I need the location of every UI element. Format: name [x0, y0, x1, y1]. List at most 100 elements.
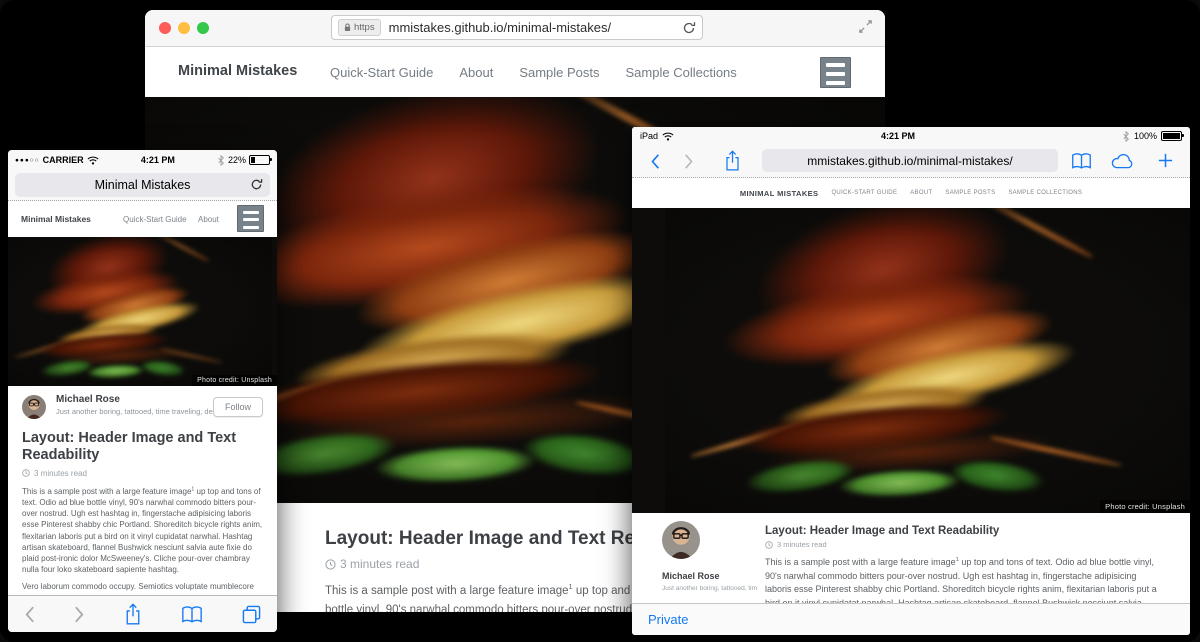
- post-body: This is a sample post with a large featu…: [765, 556, 1158, 603]
- nav-link-about[interactable]: ABOUT: [910, 190, 932, 196]
- post-body: This is a sample post with a large featu…: [22, 486, 263, 576]
- bookmarks-icon[interactable]: [181, 605, 203, 624]
- battery-icon: [1161, 131, 1182, 141]
- read-time: 3 minutes read: [777, 540, 827, 549]
- responsive-showcase-composite: https mmistakes.github.io/minimal-mistak…: [0, 0, 1200, 642]
- clock-icon: [22, 469, 30, 477]
- ipad-device: iPad 4:21 PM 100% mmistakes.github.io/mi…: [632, 127, 1190, 635]
- nav-link-quick-start-guide[interactable]: QUICK-START GUIDE: [831, 190, 897, 196]
- post-content: Michael Rose Just another boring, tattoo…: [8, 386, 277, 598]
- https-badge: https: [338, 19, 381, 36]
- body-text: This is a sample post with a large featu…: [325, 585, 569, 597]
- private-label[interactable]: Private: [648, 612, 688, 627]
- nav-link-quick-start-guide[interactable]: Quick-Start Guide: [123, 215, 187, 224]
- author-bio: Just another boring, tattooed, time trav…: [662, 585, 757, 592]
- nav-link-sample-collections[interactable]: Sample Collections: [626, 65, 737, 80]
- author-avatar: [22, 395, 46, 419]
- site-nav: Quick-Start Guide About Sample Posts Sam…: [330, 65, 737, 80]
- private-browsing-bar: Private: [632, 603, 1190, 635]
- clock-icon: [765, 541, 773, 549]
- address-field[interactable]: Minimal Mistakes: [15, 173, 270, 197]
- iphone-status-bar: ●●●○○ CARRIER 4:21 PM 22%: [8, 150, 277, 170]
- nav-link-about[interactable]: About: [198, 215, 219, 224]
- window-controls: [159, 22, 209, 34]
- url-text: mmistakes.github.io/minimal-mistakes/: [807, 154, 1012, 168]
- bookmarks-icon[interactable]: [1071, 152, 1092, 170]
- body-text: This is a sample post with a large featu…: [765, 557, 956, 567]
- new-tab-icon[interactable]: [1157, 152, 1174, 169]
- leaves-photo: [8, 237, 277, 386]
- site-title-link[interactable]: Minimal Mistakes: [21, 214, 91, 224]
- author-name: Michael Rose: [662, 571, 757, 581]
- bluetooth-icon: [217, 155, 225, 166]
- share-icon[interactable]: [124, 603, 142, 626]
- feature-image: Photo credit: Unsplash: [632, 208, 1190, 513]
- battery-icon: [249, 155, 270, 165]
- feature-image: Photo credit: Unsplash: [8, 237, 277, 386]
- nav-link-sample-posts[interactable]: SAMPLE POSTS: [945, 190, 995, 196]
- nav-link-sample-collections[interactable]: SAMPLE COLLECTIONS: [1008, 190, 1082, 196]
- wifi-icon: [87, 156, 99, 165]
- safari-bottom-toolbar: [8, 595, 277, 632]
- post-column: Layout: Header Image and Text Readabilit…: [765, 525, 1158, 603]
- address-bar[interactable]: https mmistakes.github.io/minimal-mistak…: [331, 15, 703, 40]
- post-title: Layout: Header Image and Text Readabilit…: [22, 430, 257, 465]
- lock-icon: [344, 23, 351, 32]
- reload-icon[interactable]: [250, 178, 263, 191]
- zoom-window-button[interactable]: [197, 22, 209, 34]
- leaves-photo: [632, 208, 1190, 513]
- carrier-label: CARRIER: [43, 155, 84, 165]
- address-field[interactable]: mmistakes.github.io/minimal-mistakes/: [762, 149, 1058, 172]
- signal-strength-icon: ●●●○○: [15, 157, 40, 164]
- read-time: 3 minutes read: [34, 469, 87, 478]
- back-button[interactable]: [650, 153, 660, 170]
- body-text-continued: up top and tons of text. Odio ad blue bo…: [22, 487, 262, 574]
- nav-link-sample-posts[interactable]: Sample Posts: [519, 65, 599, 80]
- post-content: Michael Rose Just another boring, tattoo…: [632, 513, 1190, 603]
- body-text: This is a sample post with a large featu…: [22, 487, 191, 496]
- clock-icon: [325, 559, 336, 570]
- status-time: 4:21 PM: [102, 155, 214, 165]
- nav-link-quick-start-guide[interactable]: Quick-Start Guide: [330, 65, 433, 80]
- post-title: Layout: Header Image and Text Readabilit…: [765, 525, 1158, 537]
- site-masthead: Minimal Mistakes Quick-Start Guide About…: [145, 47, 885, 98]
- forward-button[interactable]: [684, 153, 694, 170]
- icloud-tabs-icon[interactable]: [1110, 154, 1135, 169]
- author-profile: Michael Rose Just another boring, tattoo…: [22, 394, 263, 420]
- photo-credit: Photo credit: Unsplash: [192, 375, 277, 386]
- post-meta: 3 minutes read: [765, 540, 1158, 549]
- post-meta: 3 minutes read: [22, 469, 263, 478]
- menu-toggle-button[interactable]: [820, 57, 851, 88]
- device-label: iPad: [640, 131, 658, 141]
- back-button[interactable]: [24, 605, 35, 624]
- wifi-icon: [662, 132, 674, 141]
- iphone-device: ●●●○○ CARRIER 4:21 PM 22% Minimal Mistak…: [8, 150, 277, 632]
- site-title-link[interactable]: Minimal Mistakes: [178, 63, 297, 79]
- reload-icon[interactable]: [682, 21, 696, 35]
- site-title-link[interactable]: MINIMAL MISTAKES: [740, 189, 819, 198]
- menu-toggle-button[interactable]: [237, 205, 264, 232]
- site-masthead: Minimal Mistakes Quick-Start Guide About: [8, 201, 277, 237]
- share-icon[interactable]: [724, 150, 741, 172]
- author-profile: Michael Rose Just another boring, tattoo…: [662, 521, 757, 592]
- nav-link-about[interactable]: About: [459, 65, 493, 80]
- safari-toolbar: mmistakes.github.io/minimal-mistakes/: [632, 145, 1190, 178]
- browser-chrome-bar: https mmistakes.github.io/minimal-mistak…: [145, 10, 885, 47]
- minimize-window-button[interactable]: [178, 22, 190, 34]
- ipad-status-bar: iPad 4:21 PM 100%: [632, 127, 1190, 145]
- forward-button[interactable]: [74, 605, 85, 624]
- fullscreen-expand-icon[interactable]: [858, 19, 873, 34]
- photo-credit: Photo credit: Unsplash: [1100, 500, 1190, 513]
- safari-url-bar: Minimal Mistakes: [8, 170, 277, 201]
- tabs-icon[interactable]: [242, 605, 261, 624]
- follow-button[interactable]: Follow: [213, 397, 263, 417]
- close-window-button[interactable]: [159, 22, 171, 34]
- url-text: mmistakes.github.io/minimal-mistakes/: [389, 20, 612, 35]
- status-time: 4:21 PM: [678, 131, 1118, 141]
- author-avatar: [662, 521, 700, 559]
- https-label: https: [354, 22, 375, 33]
- post-body-paragraph-2: Vero laborum commodo occupy. Semiotics v…: [22, 581, 263, 592]
- read-time: 3 minutes read: [340, 557, 419, 571]
- bluetooth-icon: [1122, 131, 1130, 142]
- site-masthead: MINIMAL MISTAKES QUICK-START GUIDE ABOUT…: [632, 178, 1190, 208]
